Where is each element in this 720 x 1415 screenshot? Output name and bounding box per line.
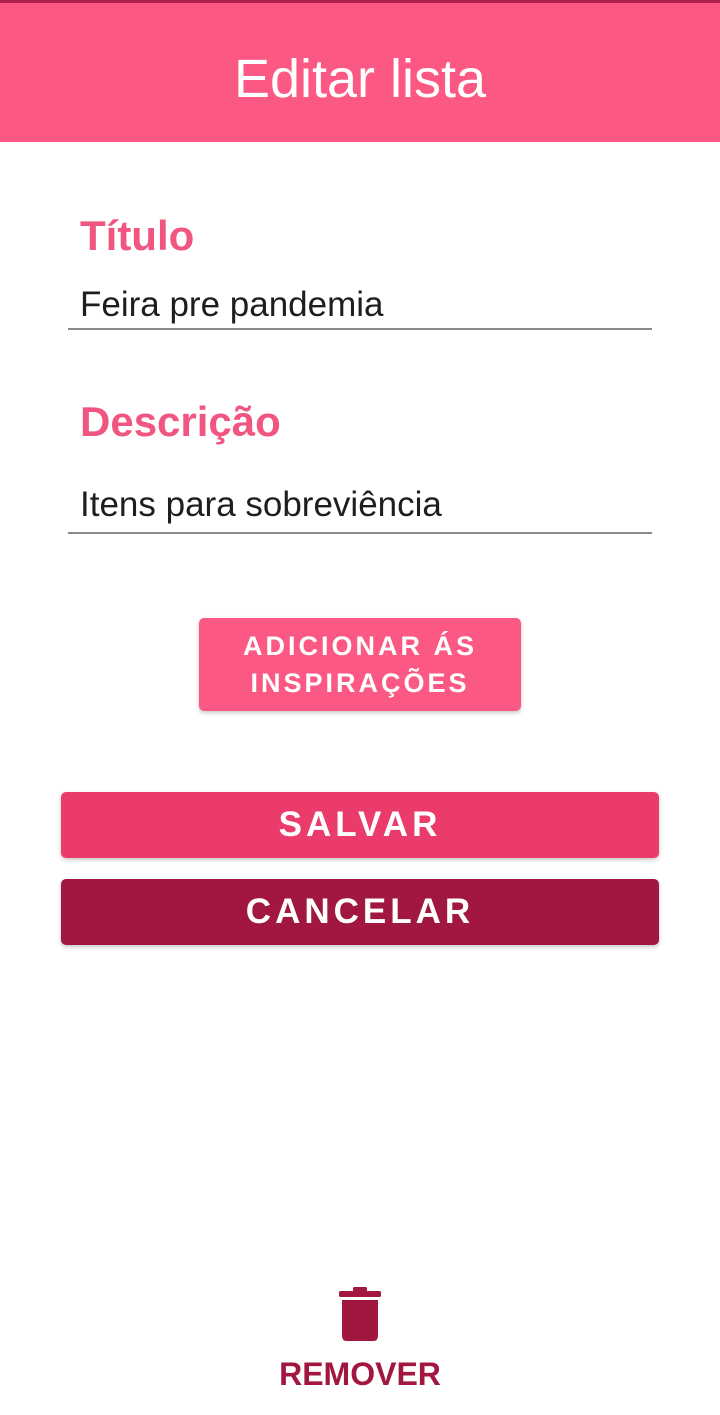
page-title: Editar lista (233, 48, 487, 109)
trash-icon (339, 1287, 381, 1341)
remove-label: REMOVER (279, 1356, 441, 1392)
remove-button[interactable]: REMOVER (260, 1286, 460, 1396)
edit-list-screen: Editar lista Título Descrição ADICIONAR … (0, 0, 720, 1415)
cancel-button[interactable]: CANCELAR (61, 879, 659, 945)
title-label: Título (80, 212, 195, 259)
description-label: Descrição (80, 398, 281, 445)
add-to-inspirations-button[interactable]: ADICIONAR ÁS INSPIRAÇÕES (199, 618, 521, 711)
description-input[interactable] (68, 478, 652, 534)
title-input[interactable] (68, 282, 652, 330)
app-bar: Editar lista (0, 3, 720, 142)
save-button[interactable]: SALVAR (61, 792, 659, 858)
